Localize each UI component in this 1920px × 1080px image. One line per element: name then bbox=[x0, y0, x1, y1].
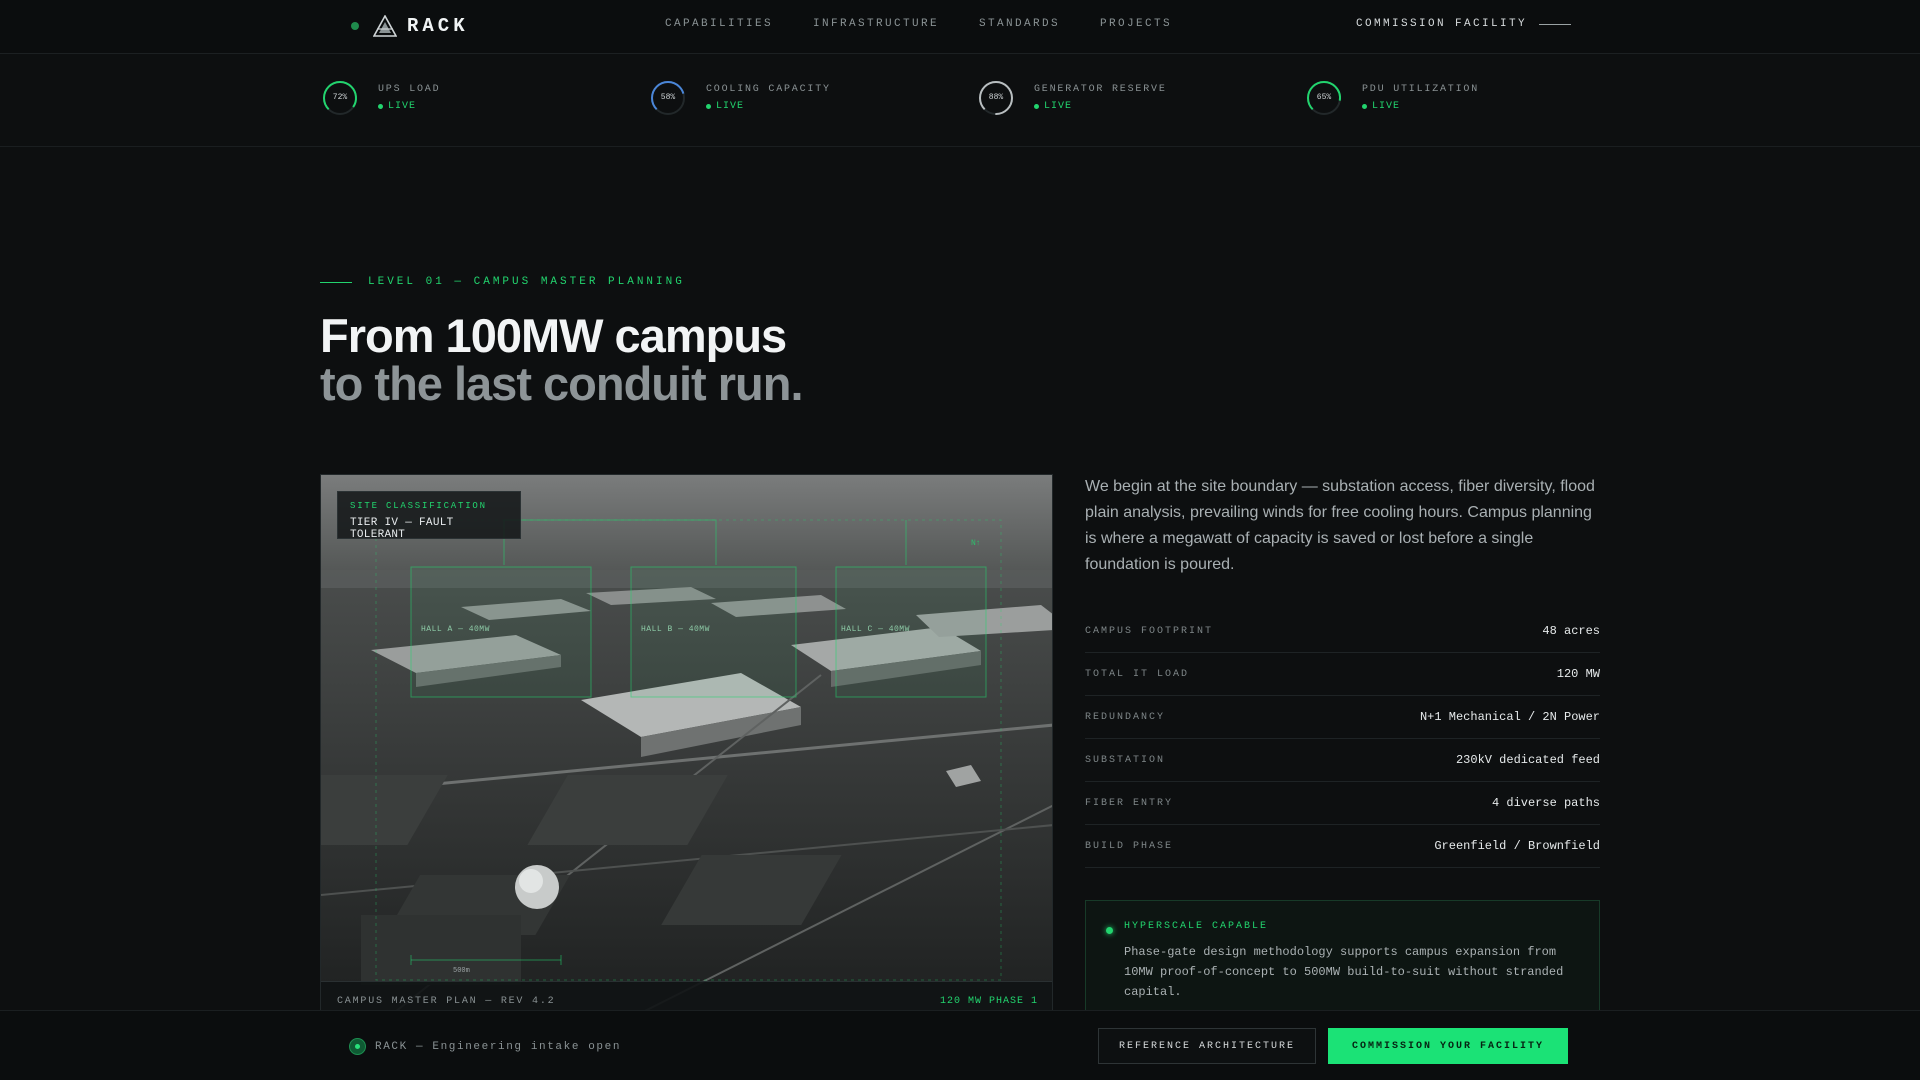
rack-logo-icon bbox=[373, 15, 397, 37]
spec-value: N+1 Mechanical / 2N Power bbox=[1419, 710, 1600, 724]
gauge: 58% bbox=[648, 78, 688, 118]
status-dot bbox=[351, 22, 359, 30]
badge-key: SITE CLASSIFICATION bbox=[350, 501, 487, 511]
main-nav: CAPABILITIES INFRASTRUCTURE STANDARDS PR… bbox=[665, 18, 1212, 30]
live-indicator: LIVE bbox=[1034, 101, 1167, 112]
spec-row: REDUNDANCY N+1 Mechanical / 2N Power bbox=[1085, 696, 1600, 739]
nav-standards[interactable]: STANDARDS bbox=[979, 18, 1060, 30]
status-dot-icon bbox=[1106, 927, 1113, 934]
eyebrow-line bbox=[320, 281, 352, 283]
campus-aerial-image: HALL A — 40MW HALL B — 40MW HALL C — 40M… bbox=[320, 474, 1053, 1022]
gauge-percent: 65% bbox=[1316, 93, 1332, 102]
page-title: From 100MW campus to the last conduit ru… bbox=[320, 309, 804, 410]
site-header: RACK CAPABILITIES INFRASTRUCTURE STANDAR… bbox=[0, 0, 1920, 54]
spec-row: BUILD PHASE Greenfield / Brownfield bbox=[1085, 825, 1600, 868]
metric-label: COOLING CAPACITY bbox=[706, 84, 831, 95]
spec-key: SUBSTATION bbox=[1085, 754, 1166, 766]
spec-value: 230kV dedicated feed bbox=[1455, 753, 1600, 767]
intake-label: RACK — Engineering intake open bbox=[375, 1040, 622, 1053]
eyebrow-label: LEVEL 01 — CAMPUS MASTER PLANNING bbox=[368, 276, 685, 288]
spec-key: BUILD PHASE bbox=[1085, 840, 1174, 852]
aerial-scene bbox=[321, 475, 1052, 1021]
commission-facility-label: COMMISSION FACILITY bbox=[1356, 18, 1528, 30]
headline-line-1: From 100MW campus bbox=[320, 309, 787, 362]
metric-pdu-utilization: 65% PDU UTILIZATION LIVE bbox=[1304, 78, 1479, 118]
caption-revision: CAMPUS MASTER PLAN — REV 4.2 bbox=[337, 996, 556, 1007]
spec-table: CAMPUS FOOTPRINT 48 acres TOTAL IT LOAD … bbox=[1085, 610, 1600, 868]
scale-label: 500m bbox=[453, 967, 470, 975]
spec-key: CAMPUS FOOTPRINT bbox=[1085, 625, 1214, 637]
commission-your-facility-button[interactable]: COMMISSION YOUR FACILITY bbox=[1328, 1028, 1568, 1064]
metric-ups-load: 72% UPS LOAD LIVE bbox=[320, 78, 440, 118]
live-indicator: LIVE bbox=[378, 101, 440, 112]
spec-key: TOTAL IT LOAD bbox=[1085, 668, 1190, 680]
arrow-line-icon bbox=[1539, 23, 1572, 25]
nav-projects[interactable]: PROJECTS bbox=[1100, 18, 1172, 30]
hall-label-a: HALL A — 40MW bbox=[421, 625, 490, 634]
metric-label: GENERATOR RESERVE bbox=[1034, 84, 1167, 95]
metric-label: PDU UTILIZATION bbox=[1362, 84, 1480, 95]
headline-line-2: to the last conduit run. bbox=[320, 357, 804, 410]
caption-phase: 120 MW PHASE 1 bbox=[939, 996, 1038, 1007]
spec-value: Greenfield / Brownfield bbox=[1434, 839, 1600, 853]
section-eyebrow: LEVEL 01 — CAMPUS MASTER PLANNING bbox=[320, 276, 685, 288]
hall-label-b: HALL B — 40MW bbox=[641, 625, 710, 634]
spec-row: FIBER ENTRY 4 diverse paths bbox=[1085, 782, 1600, 825]
gauge-percent: 58% bbox=[660, 93, 676, 102]
spec-row: TOTAL IT LOAD 120 MW bbox=[1085, 653, 1600, 696]
site-classification-badge: SITE CLASSIFICATION TIER IV — FAULT TOLE… bbox=[337, 491, 521, 541]
spec-key: FIBER ENTRY bbox=[1085, 797, 1174, 809]
hall-label-c: HALL C — 40MW bbox=[841, 625, 910, 634]
commission-facility-link[interactable]: COMMISSION FACILITY bbox=[1356, 18, 1572, 30]
online-status-icon bbox=[349, 1038, 366, 1055]
callout-title: HYPERSCALE CAPABLE bbox=[1124, 921, 1269, 932]
spec-value: 120 MW bbox=[1556, 667, 1600, 681]
metric-cooling-capacity: 58% COOLING CAPACITY LIVE bbox=[648, 78, 831, 118]
nav-infrastructure[interactable]: INFRASTRUCTURE bbox=[813, 18, 939, 30]
gauge: 88% bbox=[976, 78, 1016, 118]
gauge: 72% bbox=[320, 78, 360, 118]
spec-value: 48 acres bbox=[1542, 624, 1600, 638]
metrics-strip: 72% UPS LOAD LIVE 58% COOLING CAPACITY L… bbox=[0, 54, 1920, 147]
gauge-percent: 88% bbox=[988, 93, 1004, 102]
intake-status: RACK — Engineering intake open bbox=[349, 1038, 621, 1055]
hyperscale-callout: HYPERSCALE CAPABLE Phase-gate design met… bbox=[1085, 900, 1600, 1024]
spec-row: SUBSTATION 230kV dedicated feed bbox=[1085, 739, 1600, 782]
brand-logo[interactable]: RACK bbox=[351, 13, 469, 39]
callout-body: Phase-gate design methodology supports c… bbox=[1124, 945, 1564, 999]
spec-key: REDUNDANCY bbox=[1085, 711, 1166, 723]
intro-paragraph: We begin at the site boundary — substati… bbox=[1085, 478, 1595, 573]
gauge: 65% bbox=[1304, 78, 1344, 118]
sticky-action-bar: RACK — Engineering intake open REFERENCE… bbox=[0, 1010, 1920, 1080]
north-marker: N↑ bbox=[971, 539, 981, 548]
nav-capabilities[interactable]: CAPABILITIES bbox=[665, 18, 773, 30]
spec-row: CAMPUS FOOTPRINT 48 acres bbox=[1085, 610, 1600, 653]
live-indicator: LIVE bbox=[706, 101, 831, 112]
metric-label: UPS LOAD bbox=[378, 84, 441, 95]
reference-architecture-button[interactable]: REFERENCE ARCHITECTURE bbox=[1098, 1028, 1316, 1064]
metric-generator-reserve: 88% GENERATOR RESERVE LIVE bbox=[976, 78, 1167, 118]
gauge-percent: 72% bbox=[332, 93, 348, 102]
brand-name: RACK bbox=[407, 15, 469, 37]
live-indicator: LIVE bbox=[1362, 101, 1479, 112]
badge-value: TIER IV — FAULT TOLERANT bbox=[350, 517, 454, 541]
spec-value: 4 diverse paths bbox=[1491, 796, 1600, 810]
